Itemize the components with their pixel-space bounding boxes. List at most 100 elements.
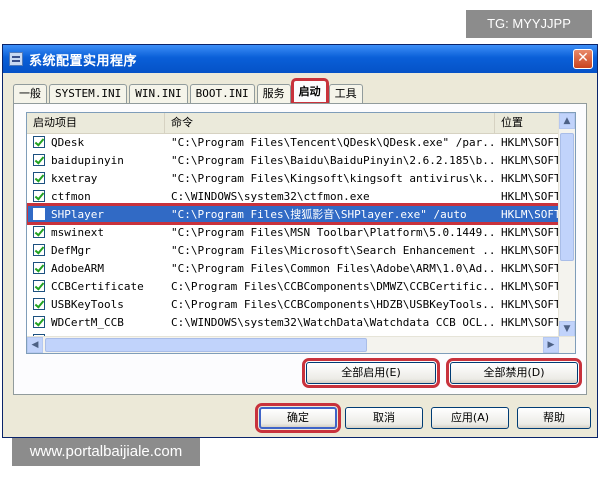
startup-location: HKLM\SOFTW [501, 189, 561, 203]
startup-command: "C:\Program Files\Tencent\QDesk\QDesk.ex… [171, 135, 495, 149]
table-row[interactable]: mswinext "C:\Program Files\MSN Toolbar\Pl… [27, 223, 561, 241]
list-rows: QDesk "C:\Program Files\Tencent\QDesk\QDe… [27, 133, 563, 349]
startup-item-name: kxetray [51, 171, 98, 185]
enable-checkbox[interactable] [33, 154, 45, 166]
tab-boot-ini[interactable]: BOOT.INI [189, 84, 255, 103]
ok-button[interactable]: 确定 [255, 403, 341, 433]
tab-system-ini[interactable]: SYSTEM.INI [49, 84, 128, 103]
enable-checkbox[interactable] [33, 298, 45, 310]
startup-command: C:\WINDOWS\system32\WatchData\Watchdata … [171, 315, 495, 329]
horizontal-scroll-thumb[interactable] [45, 338, 367, 352]
tab-strip: 一般 SYSTEM.INI WIN.INI BOOT.INI 服务 启动 工具 [13, 78, 365, 105]
startup-command: C:\Program Files\CCBComponents\DMWZ\CCBC… [171, 279, 495, 293]
startup-command: "C:\Program Files\搜狐影音\SHPlayer.exe" /au… [171, 208, 467, 221]
row-item-cell: SHPlayer [27, 208, 165, 221]
startup-location: HKLM\SOFTW [501, 171, 561, 185]
startup-command: C:\WINDOWS\system32\ctfmon.exe [171, 189, 370, 203]
table-row[interactable]: CCBCertificate C:\Program Files\CCBCompon… [27, 277, 561, 295]
startup-location: HKLM\SOFTW [501, 261, 561, 275]
scroll-down-button[interactable]: ▼ [559, 321, 575, 337]
table-row[interactable]: WDCertM_CCB C:\WINDOWS\system32\WatchData… [27, 313, 561, 331]
row-item-cell: QDesk [27, 136, 165, 149]
startup-item-name: USBKeyTools [51, 297, 124, 311]
startup-command: "C:\Program Files\Common Files\Adobe\ARM… [171, 261, 495, 275]
column-header-location[interactable]: 位置 [495, 113, 561, 133]
enable-checkbox[interactable] [33, 208, 45, 220]
row-item-cell: mswinext [27, 226, 165, 239]
startup-command: "C:\Program Files\Kingsoft\kingsoft anti… [171, 171, 495, 185]
help-button[interactable]: 帮助 [517, 407, 591, 429]
startup-command: "C:\Program Files\MSN Toolbar\Platform\5… [171, 225, 495, 239]
startup-location: HKLM\SOFTW [501, 315, 561, 329]
table-row[interactable]: QDesk "C:\Program Files\Tencent\QDesk\QDe… [27, 133, 561, 151]
tab-services[interactable]: 服务 [256, 84, 291, 103]
scroll-left-button[interactable]: ◀ [27, 337, 43, 353]
title-bar[interactable]: 系统配置实用程序 ✕ [3, 45, 597, 73]
vertical-scroll-thumb[interactable] [560, 133, 574, 261]
enable-checkbox[interactable] [33, 226, 45, 238]
startup-list[interactable]: 启动项目 命令 位置 QDesk "C:\Program Files\Tencen… [26, 112, 576, 354]
enable-checkbox[interactable] [33, 190, 45, 202]
cancel-button[interactable]: 取消 [345, 407, 423, 429]
startup-command: "C:\Program Files\Baidu\BaiduPinyin\2.6.… [171, 153, 495, 167]
table-row[interactable]: kxetray "C:\Program Files\Kingsoft\kingso… [27, 169, 561, 187]
tab-tools[interactable]: 工具 [328, 84, 363, 103]
startup-item-name: CCBCertificate [51, 279, 144, 293]
table-row[interactable]: DefMgr "C:\Program Files\Microsoft\Search… [27, 241, 561, 259]
startup-location: HKLM\SOFTW [501, 297, 561, 311]
table-row[interactable]: ctfmon C:\WINDOWS\system32\ctfmon.exe HKLM… [27, 187, 561, 205]
startup-item-name: ctfmon [51, 189, 91, 203]
startup-panel: 启动项目 命令 位置 QDesk "C:\Program Files\Tencen… [13, 103, 587, 395]
enable-checkbox[interactable] [33, 136, 45, 148]
startup-location: HKLM\SOFTW [501, 135, 561, 149]
window-title: 系统配置实用程序 [29, 53, 138, 69]
column-header-command[interactable]: 命令 [165, 113, 495, 133]
enable-checkbox[interactable] [33, 316, 45, 328]
close-button[interactable]: ✕ [573, 49, 593, 69]
table-row[interactable]: USBKeyTools C:\Program Files\CCBComponent… [27, 295, 561, 313]
table-row[interactable]: baidupinyin "C:\Program Files\Baidu\Baidu… [27, 151, 561, 169]
scroll-right-button[interactable]: ▶ [543, 337, 559, 353]
row-item-cell: kxetray [27, 172, 165, 185]
tab-general[interactable]: 一般 [13, 84, 47, 103]
enable-checkbox[interactable] [33, 280, 45, 292]
enable-checkbox[interactable] [33, 172, 45, 184]
row-item-cell: WDCertM_CCB [27, 316, 165, 329]
scroll-up-button[interactable]: ▲ [559, 113, 575, 129]
startup-item-name: baidupinyin [51, 153, 124, 167]
row-item-cell: baidupinyin [27, 154, 165, 167]
row-item-cell: AdobeARM [27, 262, 165, 275]
row-item-cell: CCBCertificate [27, 280, 165, 293]
horizontal-scrollbar[interactable]: ◀ ▶ [27, 336, 575, 353]
startup-item-name: QDesk [51, 135, 85, 149]
startup-location: HKLM\SOFTW [501, 207, 561, 221]
row-item-cell: USBKeyTools [27, 298, 165, 311]
startup-item-name: WDCertM_CCB [51, 315, 124, 329]
disable-all-button[interactable]: 全部禁用(D) [446, 358, 582, 388]
enable-checkbox[interactable] [33, 244, 45, 256]
startup-location: HKLM\SOFTW [501, 153, 561, 167]
enable-all-button[interactable]: 全部启用(E) [302, 358, 440, 388]
tab-win-ini[interactable]: WIN.INI [129, 84, 188, 103]
row-item-cell: ctfmon [27, 190, 165, 203]
row-item-cell: DefMgr [27, 244, 165, 257]
tab-startup[interactable]: 启动 [290, 78, 329, 105]
startup-item-name: SHPlayer [51, 207, 104, 221]
app-icon [9, 52, 23, 66]
startup-location: HKLM\SOFTW [501, 225, 561, 239]
watermark-bottom: www.portalbaijiale.com [12, 438, 200, 466]
table-row[interactable]: SHPlayer "C:\Program Files\搜狐影音\SHPlayer.… [27, 203, 563, 225]
column-header-item[interactable]: 启动项目 [27, 113, 165, 133]
startup-location: HKLM\SOFTW [501, 243, 561, 257]
startup-command: "C:\Program Files\Microsoft\Search Enhan… [171, 243, 495, 257]
startup-item-name: DefMgr [51, 243, 91, 257]
apply-button[interactable]: 应用(A) [431, 407, 509, 429]
table-row[interactable]: AdobeARM "C:\Program Files\Common Files\A… [27, 259, 561, 277]
msconfig-window: 系统配置实用程序 ✕ 一般 SYSTEM.INI WIN.INI BOOT.IN… [2, 44, 598, 438]
startup-location: HKLM\SOFTW [501, 279, 561, 293]
vertical-scrollbar[interactable]: ▲ ▼ [558, 113, 575, 337]
watermark-top: TG: MYYJJPP [466, 10, 592, 38]
startup-item-name: AdobeARM [51, 261, 104, 275]
startup-item-name: mswinext [51, 225, 104, 239]
enable-checkbox[interactable] [33, 262, 45, 274]
